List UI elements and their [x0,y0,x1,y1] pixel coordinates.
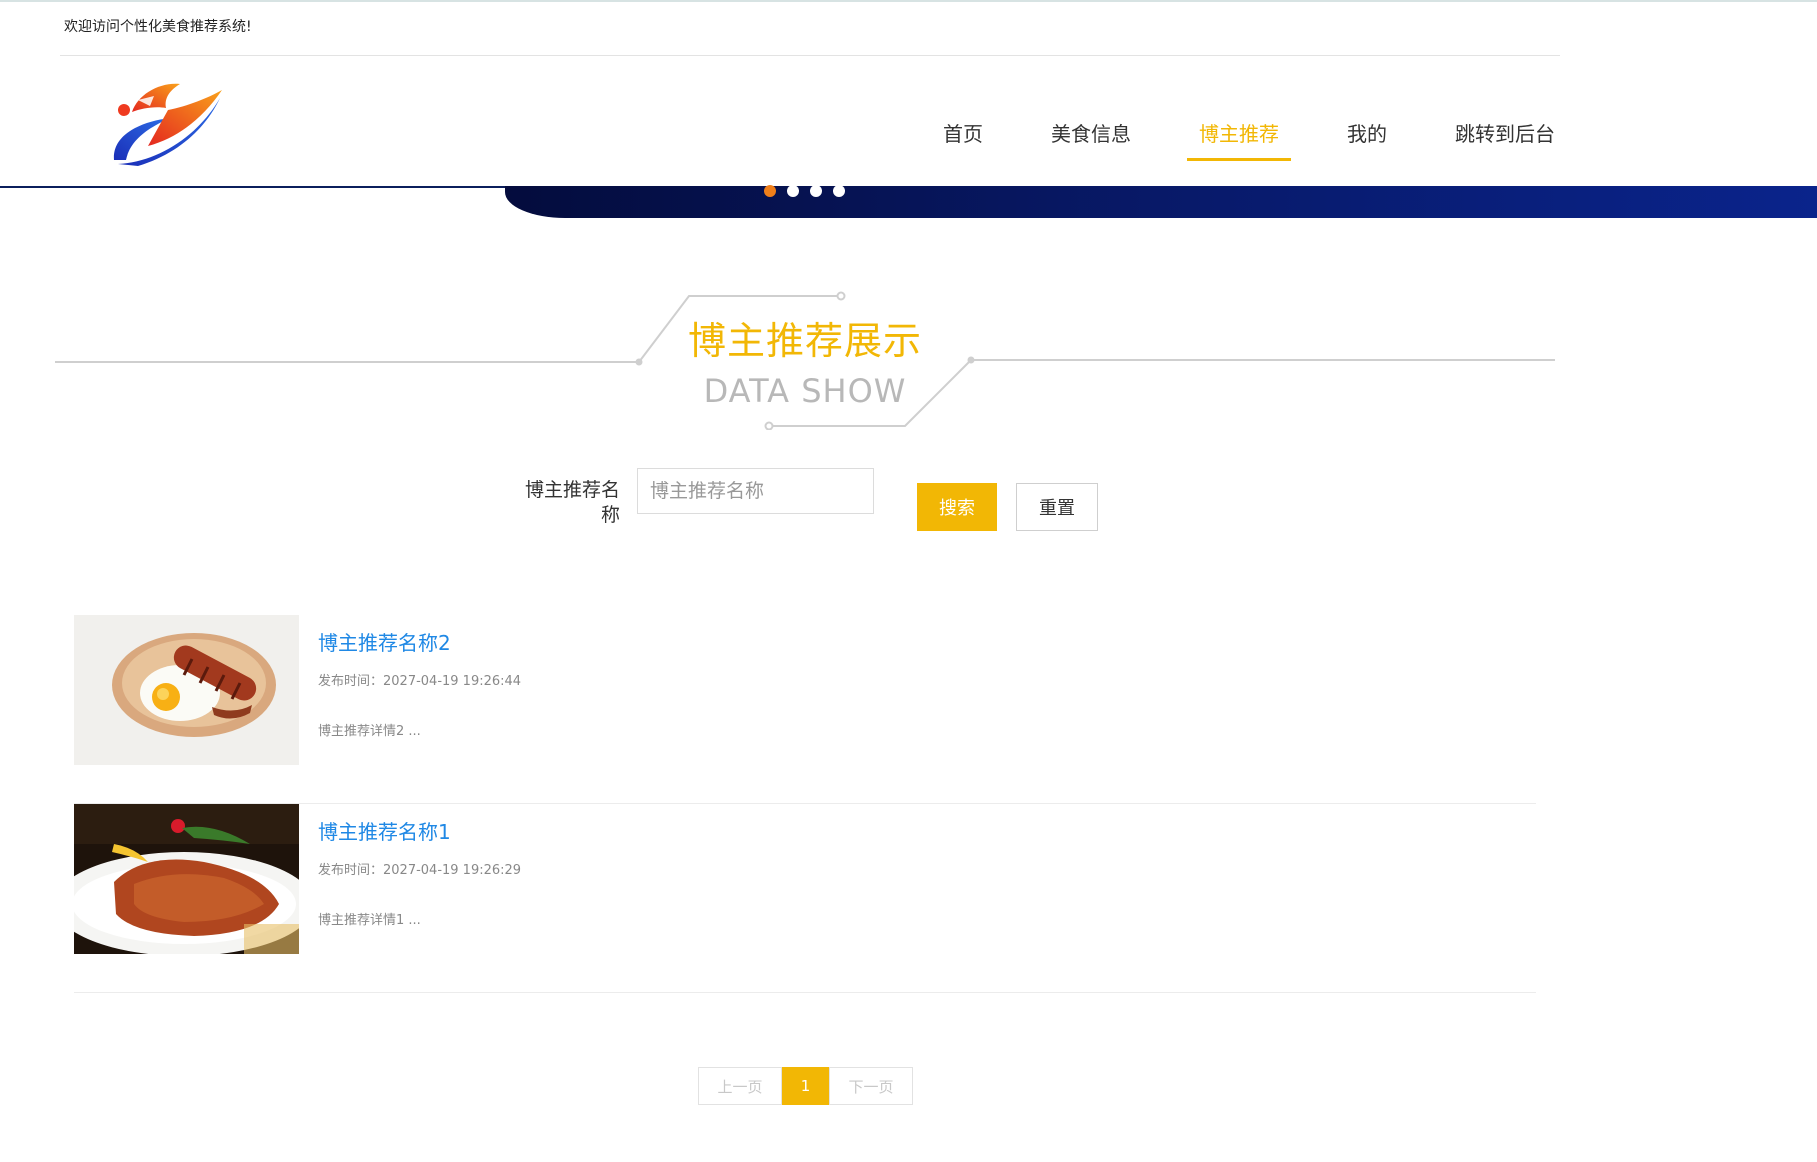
pagination: 上一页 1 下一页 [698,1067,913,1105]
nav-blogger-recommend[interactable]: 博主推荐 [1187,104,1291,161]
list-item[interactable]: 博主推荐名称2 发布时间：2027-04-19 19:26:44 博主推荐详情2… [74,615,1536,804]
nav-backend[interactable]: 跳转到后台 [1443,104,1567,161]
section-title: 博主推荐展示 [687,319,922,363]
banner-image [505,186,1817,218]
section-subtitle: DATA SHOW [703,372,907,410]
carousel-dot-2[interactable] [787,185,799,197]
search-input[interactable] [637,468,874,514]
site-logo[interactable] [108,76,228,168]
carousel-dot-1[interactable] [764,185,776,197]
header-divider [60,55,1560,56]
page-number-1[interactable]: 1 [782,1067,829,1105]
nav-food-info[interactable]: 美食信息 [1039,104,1143,161]
page: 欢迎访问个性化美食推荐系统! 首页 美食信息 博主推荐 我的 跳转到后台 博主推… [0,0,1817,1162]
item-time: 发布时间：2027-04-19 19:26:44 [318,674,522,689]
nav-home[interactable]: 首页 [931,104,995,161]
search-label: 博主推荐名称 [524,479,620,526]
item-desc: 博主推荐详情2 ... [318,724,421,739]
carousel-dot-4[interactable] [833,185,845,197]
sausage-egg-plate-image[interactable] [74,615,299,765]
nav-mine[interactable]: 我的 [1335,104,1399,161]
recommend-list: 博主推荐名称2 发布时间：2027-04-19 19:26:44 博主推荐详情2… [74,615,1536,993]
banner-carousel [0,186,1817,220]
item-desc: 博主推荐详情1 ... [318,913,421,928]
welcome-text: 欢迎访问个性化美食推荐系统! [64,19,252,35]
top-border [0,0,1817,2]
item-time: 发布时间：2027-04-19 19:26:29 [318,863,522,878]
search-button[interactable]: 搜索 [917,483,997,531]
list-item[interactable]: 博主推荐名称1 发布时间：2027-04-19 19:26:29 博主推荐详情1… [74,804,1536,993]
reset-button[interactable]: 重置 [1016,483,1098,531]
next-page-button[interactable]: 下一页 [829,1067,913,1105]
prev-page-button[interactable]: 上一页 [698,1067,782,1105]
roast-duck-image[interactable] [74,804,299,954]
item-title[interactable]: 博主推荐名称2 [318,627,451,656]
item-title[interactable]: 博主推荐名称1 [318,816,451,845]
carousel-dot-3[interactable] [810,185,822,197]
main-nav: 首页 美食信息 博主推荐 我的 跳转到后台 [887,104,1567,161]
carousel-dots [764,185,856,197]
